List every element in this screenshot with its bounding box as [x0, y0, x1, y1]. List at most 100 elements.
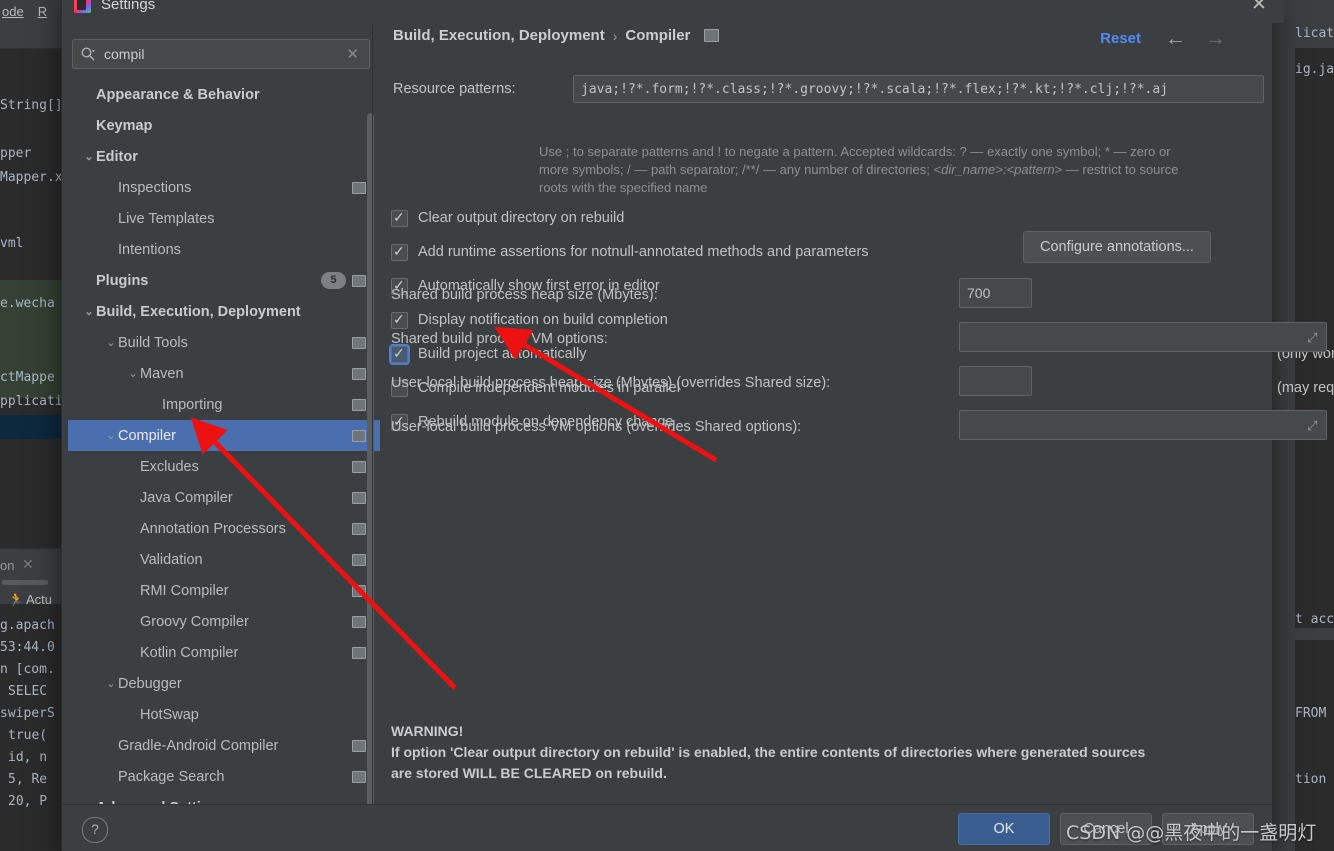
- checkbox-add-runtime-assertions-for-notnull-annotated-methods-and-parameters[interactable]: [391, 242, 408, 261]
- warning-line-2: If option 'Clear output directory on reb…: [391, 744, 1146, 760]
- chevron-down-icon[interactable]: ⌄: [82, 305, 96, 318]
- chevron-down-icon[interactable]: ⌄: [104, 677, 118, 690]
- sidebar-item-label: Groovy Compiler: [140, 613, 249, 630]
- sidebar-item-inspections[interactable]: Inspections: [68, 172, 380, 203]
- console-scrollbar[interactable]: [2, 580, 48, 585]
- chevron-down-icon[interactable]: ⌄: [126, 367, 140, 380]
- sidebar-item-appearance-behavior[interactable]: Appearance & Behavior: [68, 79, 380, 110]
- search-input[interactable]: [100, 46, 347, 62]
- sidebar-item-intentions[interactable]: Intentions: [68, 234, 380, 265]
- breadcrumb-leaf: Compiler: [625, 27, 691, 44]
- sidebar-item-debugger[interactable]: ⌄ Debugger: [68, 668, 380, 699]
- field-label: Shared build process heap size (Mbytes):: [391, 287, 658, 303]
- sidebar-item-label: Importing: [162, 396, 223, 413]
- checkbox-label: Add runtime assertions for notnull-annot…: [418, 244, 869, 260]
- reset-link[interactable]: Reset: [1100, 30, 1141, 47]
- field-label: Shared build process VM options:: [391, 331, 608, 347]
- field-row: Shared build process VM options: ⤢: [391, 322, 1327, 366]
- sidebar-item-compiler[interactable]: ⌄ Compiler: [68, 420, 380, 451]
- project-scope-icon[interactable]: [352, 771, 366, 783]
- sidebar-item-package-search[interactable]: Package Search: [68, 761, 380, 792]
- sidebar-item-build-execution-deployment[interactable]: ⌄ Build, Execution, Deployment: [68, 296, 380, 327]
- resource-patterns-input[interactable]: [573, 75, 1264, 103]
- help-button[interactable]: ?: [82, 817, 108, 843]
- clear-search-icon[interactable]: ✕: [346, 45, 359, 63]
- project-scope-icon[interactable]: [352, 399, 366, 411]
- project-scope-icon[interactable]: [352, 430, 366, 442]
- project-scope-icon[interactable]: [352, 523, 366, 535]
- sidebar-item-editor[interactable]: ⌄ Editor: [68, 141, 380, 172]
- code-fragment: lication: [1295, 26, 1334, 41]
- input-shared-build-process-vm-options[interactable]: [959, 322, 1327, 352]
- close-icon[interactable]: ✕: [1248, 0, 1270, 16]
- checkbox-note: (may require larger heap size): [1277, 380, 1334, 396]
- expand-icon[interactable]: ⤢: [1307, 330, 1317, 346]
- project-scope-icon[interactable]: [352, 275, 366, 287]
- project-scope-icon[interactable]: [352, 616, 366, 628]
- sidebar-item-hotswap[interactable]: HotSwap: [68, 699, 380, 730]
- project-scope-icon[interactable]: [352, 182, 366, 194]
- screenshot-root: ode R String[]): pper Mapper.x vml e.wec…: [0, 0, 1334, 851]
- breadcrumb-root[interactable]: Build, Execution, Deployment: [393, 27, 605, 44]
- forward-arrow-icon[interactable]: →: [1205, 27, 1226, 51]
- sidebar-item-live-templates[interactable]: Live Templates: [68, 203, 380, 234]
- project-scope-icon[interactable]: [352, 554, 366, 566]
- plugin-count-badge: 5: [321, 272, 346, 289]
- intellij-logo-icon: [74, 0, 91, 13]
- field-row: Shared build process heap size (Mbytes):: [391, 278, 1271, 322]
- checkbox-row[interactable]: Add runtime assertions for notnull-annot…: [391, 231, 1271, 269]
- resource-patterns-row: Resource patterns: ⤢: [393, 75, 1273, 105]
- chevron-down-icon[interactable]: ⌄: [104, 336, 118, 349]
- sidebar-item-label: Kotlin Compiler: [140, 644, 239, 661]
- settings-tree[interactable]: Appearance & Behavior Keymap ⌄ Editor Inspec…: [68, 79, 380, 804]
- sidebar-item-advanced-settings[interactable]: Advanced Settings: [68, 792, 380, 805]
- sidebar-item-rmi-compiler[interactable]: RMI Compiler: [68, 575, 380, 606]
- chevron-down-icon[interactable]: ⌄: [82, 150, 96, 163]
- settings-search[interactable]: ✕: [72, 39, 370, 69]
- console-line: true(: [8, 728, 48, 743]
- input-user-local-build-process-heap-size-mbytes-overrides-shared-size[interactable]: [959, 366, 1032, 396]
- project-scope-icon[interactable]: [352, 585, 366, 597]
- resource-patterns-label: Resource patterns:: [393, 81, 516, 97]
- ide-selected-line: [0, 415, 62, 439]
- sidebar-item-java-compiler[interactable]: Java Compiler: [68, 482, 380, 513]
- sidebar-item-label: Appearance & Behavior: [96, 86, 260, 103]
- ok-button[interactable]: OK: [958, 813, 1050, 845]
- sidebar-item-groovy-compiler[interactable]: Groovy Compiler: [68, 606, 380, 637]
- sidebar-item-plugins[interactable]: Plugins 5: [68, 265, 380, 296]
- code-fragment: pper: [0, 146, 32, 161]
- dialog-titlebar: Settings ✕: [62, 0, 1284, 23]
- project-scope-icon[interactable]: [352, 337, 366, 349]
- sidebar-item-kotlin-compiler[interactable]: Kotlin Compiler: [68, 637, 380, 668]
- project-scope-icon[interactable]: [704, 29, 720, 42]
- sidebar-item-excludes[interactable]: Excludes: [68, 451, 380, 482]
- sidebar-item-maven[interactable]: ⌄ Maven: [68, 358, 380, 389]
- expand-icon[interactable]: ⤢: [1307, 418, 1317, 434]
- build-process-fields: Shared build process heap size (Mbytes):…: [391, 278, 1327, 454]
- project-scope-icon[interactable]: [352, 492, 366, 504]
- field-row: User-local build process VM options (ove…: [391, 410, 1327, 454]
- sidebar-item-build-tools[interactable]: ⌄ Build Tools: [68, 327, 380, 358]
- project-scope-icon[interactable]: [352, 740, 366, 752]
- back-arrow-icon[interactable]: ←: [1165, 27, 1186, 51]
- sidebar-item-keymap[interactable]: Keymap: [68, 110, 380, 141]
- sidebar-item-validation[interactable]: Validation: [68, 544, 380, 575]
- sidebar-item-label: Annotation Processors: [140, 520, 286, 537]
- close-icon[interactable]: ✕: [22, 556, 34, 573]
- console-tab-label[interactable]: on: [0, 558, 14, 573]
- project-scope-icon[interactable]: [352, 647, 366, 659]
- menu-item-refactor[interactable]: R: [38, 4, 47, 19]
- menu-item-code[interactable]: ode: [2, 4, 24, 19]
- configure-annotations-button[interactable]: Configure annotations...: [1023, 231, 1211, 263]
- sidebar-item-gradle-android-compiler[interactable]: Gradle-Android Compiler: [68, 730, 380, 761]
- input-user-local-build-process-vm-options-overrides-shared-options[interactable]: [959, 410, 1327, 440]
- sidebar-item-importing[interactable]: Importing: [68, 389, 380, 420]
- checkbox-row[interactable]: Clear output directory on rebuild: [391, 201, 1271, 235]
- checkbox-clear-output-directory-on-rebuild[interactable]: [391, 208, 408, 227]
- project-scope-icon[interactable]: [352, 368, 366, 380]
- code-fragment: ctMappe: [0, 370, 55, 385]
- sidebar-item-annotation-processors[interactable]: Annotation Processors: [68, 513, 380, 544]
- project-scope-icon[interactable]: [352, 461, 366, 473]
- chevron-down-icon[interactable]: ⌄: [104, 429, 118, 442]
- input-shared-build-process-heap-size-mbytes[interactable]: [959, 278, 1032, 308]
